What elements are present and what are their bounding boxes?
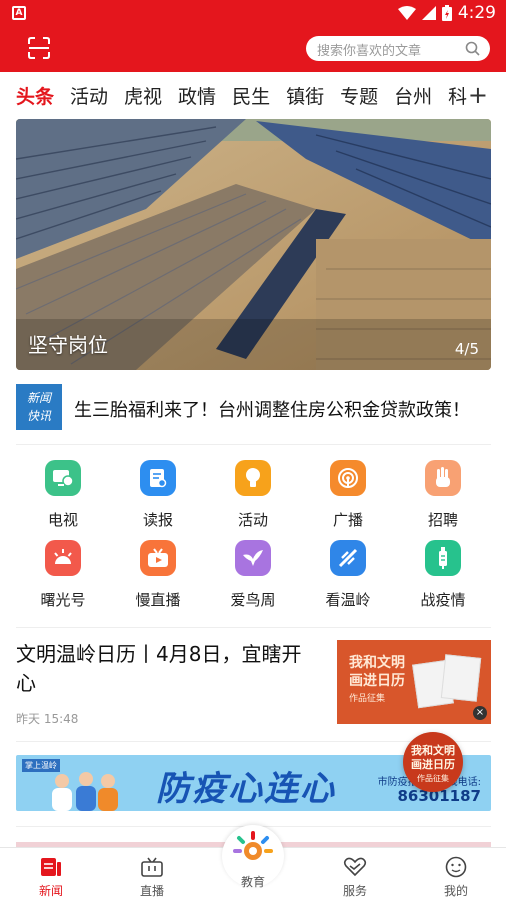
add-channel-icon[interactable]: +	[468, 83, 488, 107]
search-placeholder: 搜索你喜欢的文章	[317, 44, 422, 59]
divider	[16, 444, 491, 445]
service-tv[interactable]: 电视	[23, 460, 103, 530]
close-icon[interactable]: ×	[473, 706, 487, 720]
status-bar: A 4:29	[0, 0, 506, 27]
live-icon	[140, 540, 176, 576]
sunrise-icon	[45, 540, 81, 576]
service-slow-live[interactable]: 慢直播	[118, 540, 198, 610]
news-flash-text[interactable]: 生三胎福利来了！台州调整住房公积金贷款政策！	[74, 396, 470, 422]
article-thumbnail[interactable]: 我和文明 画进日历 作品征集 ×	[337, 640, 491, 724]
tab-education-label: 教育	[240, 875, 265, 889]
banner-carousel[interactable]: 坚守岗位 4/5	[16, 119, 491, 370]
radio-icon	[330, 460, 366, 496]
clock: 4:29	[457, 3, 496, 23]
tab-headline[interactable]: 头条	[16, 82, 54, 109]
floating-activity-badge[interactable]: 我和文明 画进日历 作品征集	[403, 732, 463, 792]
live-tv-icon	[117, 854, 187, 880]
article-time: 昨天 15:48	[16, 712, 79, 726]
tab-activity[interactable]: 活动	[70, 82, 108, 109]
face-icon	[421, 854, 491, 880]
news-flash-logo: 新闻 快讯	[16, 384, 62, 430]
scan-icon[interactable]	[28, 37, 50, 59]
service-fight-epidemic[interactable]: 战疫情	[403, 540, 483, 610]
tab-livelihood[interactable]: 民生	[232, 82, 270, 109]
app-header: 搜索你喜欢的文章	[0, 27, 506, 72]
compass-icon	[330, 540, 366, 576]
service-shuguang[interactable]: 曙光号	[23, 540, 103, 610]
tab-politics[interactable]: 政情	[178, 82, 216, 109]
search-input[interactable]: 搜索你喜欢的文章	[306, 36, 490, 61]
battery-icon	[441, 5, 452, 21]
syringe-icon	[425, 540, 461, 576]
category-tabs: 头条 活动 虎视 政情 民生 镇街 专题 台州 科 +	[0, 72, 506, 118]
banner-page-indicator: 4/5	[454, 340, 479, 358]
service-bird-week[interactable]: 爱鸟周	[213, 540, 293, 610]
service-activity[interactable]: 活动	[213, 460, 293, 530]
tab-live[interactable]: 直播	[117, 848, 187, 899]
signal-icon	[421, 6, 436, 20]
thumbnail-text: 我和文明 画进日历 作品征集	[349, 655, 405, 704]
heart-hand-icon	[320, 854, 390, 880]
hand-icon	[425, 460, 461, 496]
calendar-card	[440, 654, 482, 702]
service-radio[interactable]: 广播	[308, 460, 388, 530]
article-title[interactable]: 文明温岭日历丨4月8日，宜瞎开心	[16, 640, 316, 698]
service-see-wenling[interactable]: 看温岭	[308, 540, 388, 610]
tab-service[interactable]: 服务	[320, 848, 390, 899]
service-recruit[interactable]: 招聘	[403, 460, 483, 530]
tab-towns[interactable]: 镇街	[286, 82, 324, 109]
tv-icon	[45, 460, 81, 496]
service-newspaper[interactable]: 读报	[118, 460, 198, 530]
tab-taizhou[interactable]: 台州	[394, 82, 432, 109]
article-item[interactable]: 文明温岭日历丨4月8日，宜瞎开心 昨天 15:48 我和文明 画进日历 作品征集…	[16, 640, 491, 728]
wifi-icon	[397, 6, 416, 20]
bird-icon	[235, 540, 271, 576]
app-notification-icon: A	[12, 6, 26, 20]
search-icon[interactable]	[465, 41, 480, 56]
education-logo-icon	[233, 831, 273, 860]
news-icon	[16, 854, 86, 880]
tab-hushi[interactable]: 虎视	[124, 82, 162, 109]
bulb-icon	[235, 460, 271, 496]
tab-news[interactable]: 新闻	[16, 848, 86, 899]
tab-science[interactable]: 科	[448, 82, 467, 109]
tab-special[interactable]: 专题	[340, 82, 378, 109]
doctors-illustration	[52, 772, 118, 811]
ad-headline: 防疫心连心	[156, 769, 336, 809]
banner-caption: 坚守岗位	[28, 333, 108, 357]
news-flash[interactable]: 新闻 快讯 生三胎福利来了！台州调整住房公积金贷款政策！	[16, 384, 491, 432]
status-right: 4:29	[397, 3, 496, 23]
divider	[16, 627, 491, 628]
tab-mine[interactable]: 我的	[421, 848, 491, 899]
newspaper-icon	[140, 460, 176, 496]
